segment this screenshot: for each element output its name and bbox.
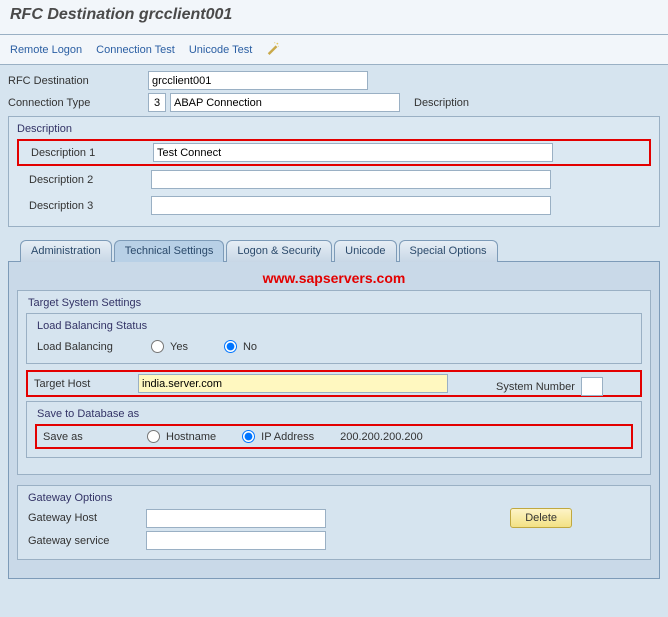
load-balancing-group-label: Load Balancing Status bbox=[35, 320, 633, 332]
desc1-highlight: Description 1 bbox=[17, 139, 651, 166]
tab-technical-settings[interactable]: Technical Settings bbox=[114, 240, 225, 262]
page-title: RFC Destination grcclient001 bbox=[0, 0, 668, 35]
description-side-label: Description bbox=[414, 97, 469, 109]
rfc-dest-input[interactable] bbox=[148, 71, 368, 90]
gateway-service-input[interactable] bbox=[146, 531, 326, 550]
gateway-host-input[interactable] bbox=[146, 509, 326, 528]
save-as-hostname-label: Hostname bbox=[166, 431, 216, 443]
toolbar: Remote Logon Connection Test Unicode Tes… bbox=[0, 35, 668, 65]
desc1-label: Description 1 bbox=[23, 147, 153, 159]
load-balancing-no-radio[interactable] bbox=[224, 340, 237, 353]
description-group-label: Description bbox=[17, 123, 651, 135]
remote-logon-link[interactable]: Remote Logon bbox=[10, 44, 82, 56]
load-balancing-label: Load Balancing bbox=[35, 341, 145, 353]
gateway-service-label: Gateway service bbox=[26, 535, 146, 547]
rfc-dest-label: RFC Destination bbox=[8, 75, 148, 87]
tab-strip: Administration Technical Settings Logon … bbox=[8, 239, 660, 261]
target-system-group: Target System Settings Load Balancing St… bbox=[17, 290, 651, 475]
desc2-label: Description 2 bbox=[21, 174, 151, 186]
load-balancing-yes-radio[interactable] bbox=[151, 340, 164, 353]
tab-body: www.sapservers.com Target System Setting… bbox=[8, 261, 660, 579]
ip-value-text: 200.200.200.200 bbox=[340, 431, 423, 443]
description-group: Description Description 1 Description 2 … bbox=[8, 116, 660, 227]
system-number-input[interactable] bbox=[581, 377, 603, 396]
desc3-input[interactable] bbox=[151, 196, 551, 215]
desc3-label: Description 3 bbox=[21, 200, 151, 212]
wand-icon[interactable] bbox=[266, 41, 280, 58]
target-host-label: Target Host bbox=[32, 378, 138, 390]
tab-special-options[interactable]: Special Options bbox=[399, 240, 498, 262]
target-host-input[interactable] bbox=[138, 374, 448, 393]
gateway-group-label: Gateway Options bbox=[26, 492, 642, 504]
save-as-hostname-radio[interactable] bbox=[147, 430, 160, 443]
save-as-highlight: Save as Hostname IP Address 200.200.200.… bbox=[35, 424, 633, 449]
gateway-host-label: Gateway Host bbox=[26, 512, 146, 524]
watermark-text: www.sapservers.com bbox=[17, 270, 651, 286]
desc1-input[interactable] bbox=[153, 143, 553, 162]
save-to-db-group: Save to Database as Save as Hostname IP … bbox=[26, 401, 642, 458]
tab-unicode[interactable]: Unicode bbox=[334, 240, 396, 262]
gateway-group: Gateway Options Gateway Host Delete Gate… bbox=[17, 485, 651, 560]
conn-type-text-input[interactable] bbox=[170, 93, 400, 112]
conn-type-label: Connection Type bbox=[8, 97, 148, 109]
system-number-label: System Number bbox=[496, 381, 575, 393]
main-content: RFC Destination Connection Type Descript… bbox=[0, 65, 668, 585]
tab-logon-security[interactable]: Logon & Security bbox=[226, 240, 332, 262]
target-system-label: Target System Settings bbox=[26, 297, 642, 309]
load-balancing-yes-label: Yes bbox=[170, 341, 188, 353]
load-balancing-group: Load Balancing Status Load Balancing Yes… bbox=[26, 313, 642, 364]
save-to-db-label: Save to Database as bbox=[35, 408, 633, 420]
desc2-input[interactable] bbox=[151, 170, 551, 189]
conn-type-code-input[interactable] bbox=[148, 93, 166, 112]
tab-administration[interactable]: Administration bbox=[20, 240, 112, 262]
save-as-ip-radio[interactable] bbox=[242, 430, 255, 443]
connection-test-link[interactable]: Connection Test bbox=[96, 44, 175, 56]
unicode-test-link[interactable]: Unicode Test bbox=[189, 44, 252, 56]
save-as-ip-label: IP Address bbox=[261, 431, 314, 443]
load-balancing-no-label: No bbox=[243, 341, 257, 353]
save-as-label: Save as bbox=[41, 431, 141, 443]
delete-button[interactable]: Delete bbox=[510, 508, 572, 528]
